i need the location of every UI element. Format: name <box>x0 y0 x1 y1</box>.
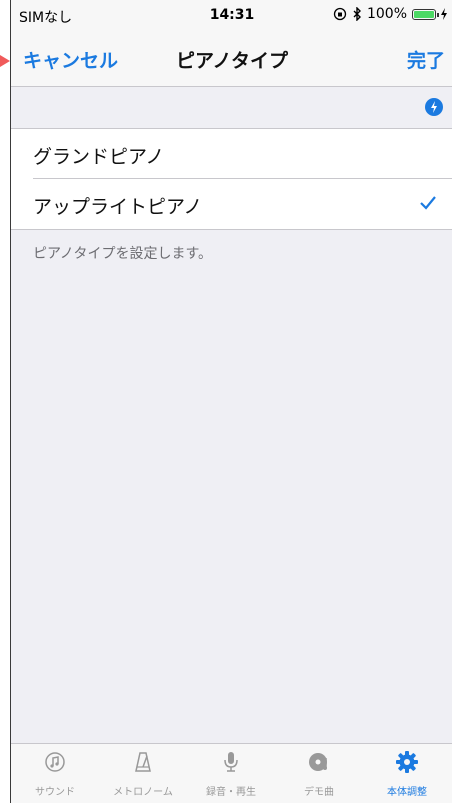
tab-settings[interactable]: 本体調整 <box>363 744 451 803</box>
tab-metronome[interactable]: メトロノーム <box>99 744 187 803</box>
list-item-label: グランドピアノ <box>33 146 165 168</box>
battery-percent: 100% <box>366 6 407 22</box>
tab-label: 本体調整 <box>387 787 427 798</box>
rotation-lock-icon <box>333 7 347 21</box>
metronome-icon <box>135 752 151 772</box>
microphone-icon <box>224 752 238 772</box>
phone-screen: SIMなし 14:31 100% キャンセル ピアノタイプ 完了 グランドピアノ… <box>10 0 452 803</box>
tab-sound[interactable]: サウンド <box>11 744 99 803</box>
annotation-arrow <box>0 55 10 67</box>
bluetooth-icon <box>353 7 361 21</box>
list-footnote: ピアノタイプを設定します。 <box>33 246 213 262</box>
list-item-label: アップライトピアノ <box>33 196 203 218</box>
tab-label: メトロノーム <box>113 787 173 798</box>
gear-icon <box>396 751 418 773</box>
list-item-grand-piano[interactable]: グランドピアノ <box>11 129 452 179</box>
page-title: ピアノタイプ <box>176 50 288 72</box>
piano-type-list: グランドピアノ アップライトピアノ <box>11 128 452 230</box>
status-indicators: 100% <box>333 6 447 22</box>
tab-demo[interactable]: デモ曲 <box>275 744 363 803</box>
tab-label: 録音・再生 <box>206 787 256 798</box>
demo-disc-icon <box>309 753 327 771</box>
tab-label: デモ曲 <box>304 787 334 798</box>
checkmark-icon <box>420 196 436 210</box>
navigation-bar: キャンセル ピアノタイプ 完了 <box>11 30 452 87</box>
status-bar: SIMなし 14:31 100% <box>11 0 452 30</box>
tab-recording[interactable]: 録音・再生 <box>187 744 275 803</box>
bluetooth-connection-icon[interactable] <box>425 98 443 116</box>
list-item-upright-piano[interactable]: アップライトピアノ <box>11 179 452 229</box>
tab-label: サウンド <box>35 787 75 798</box>
battery-icon <box>412 8 439 20</box>
charging-icon <box>441 8 447 20</box>
sound-icon <box>45 752 65 772</box>
done-button[interactable]: 完了 <box>407 46 445 73</box>
tab-bar: サウンド メトロノーム 録音・再生 デモ曲 本体調整 <box>11 743 452 803</box>
